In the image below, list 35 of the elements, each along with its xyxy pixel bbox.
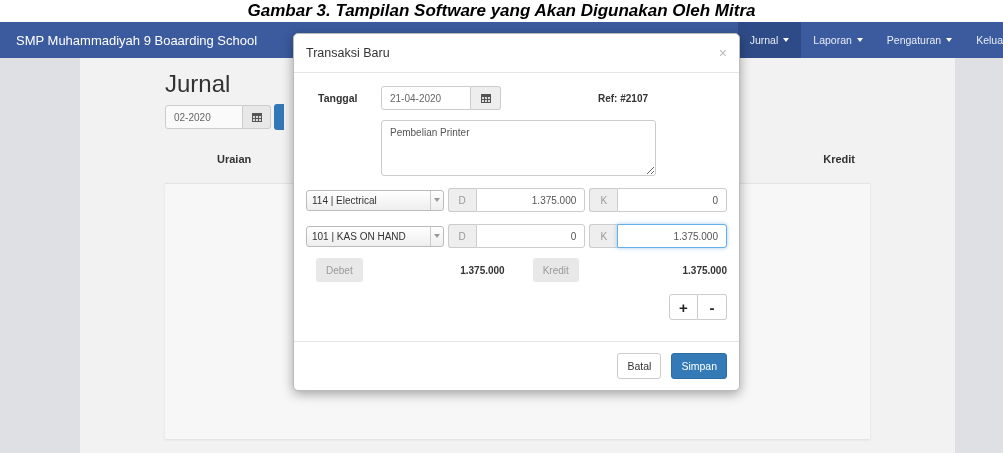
credit-total: 1.375.000 bbox=[681, 264, 727, 276]
caret-icon bbox=[433, 198, 440, 202]
nav-menu-item[interactable]: Jurnal bbox=[737, 22, 802, 58]
calendar-button[interactable] bbox=[471, 86, 501, 110]
add-row-button[interactable]: + bbox=[669, 294, 698, 320]
field-label: Tanggal bbox=[317, 92, 359, 104]
calendar-icon bbox=[251, 112, 262, 122]
calendar-button[interactable] bbox=[243, 105, 271, 129]
account-dropdown[interactable]: 101 | KAS ON HAND bbox=[306, 225, 444, 247]
credit-field[interactable]: 1.375.000 bbox=[617, 224, 727, 248]
figure-caption: Gambar 3. Tampilan Software yang Akan Digunakan Oleh Mitra bbox=[246, 1, 757, 21]
nav-menu-item[interactable]: Laporan bbox=[801, 22, 875, 58]
calendar-icon bbox=[480, 93, 491, 103]
nav-menu-item[interactable]: Kelua bbox=[964, 22, 1003, 58]
debit-total: 1.375.000 bbox=[459, 264, 505, 276]
credit-addon: K bbox=[589, 224, 618, 248]
remove-row-button[interactable]: - bbox=[698, 294, 727, 320]
account-dropdown[interactable]: 114 | Electrical bbox=[306, 189, 444, 211]
caret-icon bbox=[433, 234, 440, 238]
nav-menu-item[interactable]: Pengaturan bbox=[874, 22, 965, 58]
debit-addon: D bbox=[447, 224, 476, 248]
debit-field[interactable]: 0 bbox=[475, 224, 586, 248]
debit-addon: D bbox=[447, 188, 476, 212]
column-header: Uraian bbox=[217, 153, 252, 165]
reference-number: Ref: #2107 bbox=[598, 92, 649, 104]
column-header: Kredit bbox=[823, 153, 855, 165]
date-field[interactable]: 21-04-2020 bbox=[381, 86, 471, 110]
credit-field[interactable]: 0 bbox=[617, 188, 727, 212]
debit-field[interactable]: 1.375.000 bbox=[475, 188, 586, 212]
description-field[interactable]: Pembelian Printer bbox=[381, 120, 656, 176]
dialog-title: Transaksi Baru bbox=[306, 46, 391, 60]
period-field[interactable]: 02-2020 bbox=[165, 105, 243, 129]
credit-addon: K bbox=[589, 188, 618, 212]
dialog-button[interactable]: Batal bbox=[617, 353, 662, 379]
dialog-button[interactable]: Simpan bbox=[671, 353, 727, 379]
